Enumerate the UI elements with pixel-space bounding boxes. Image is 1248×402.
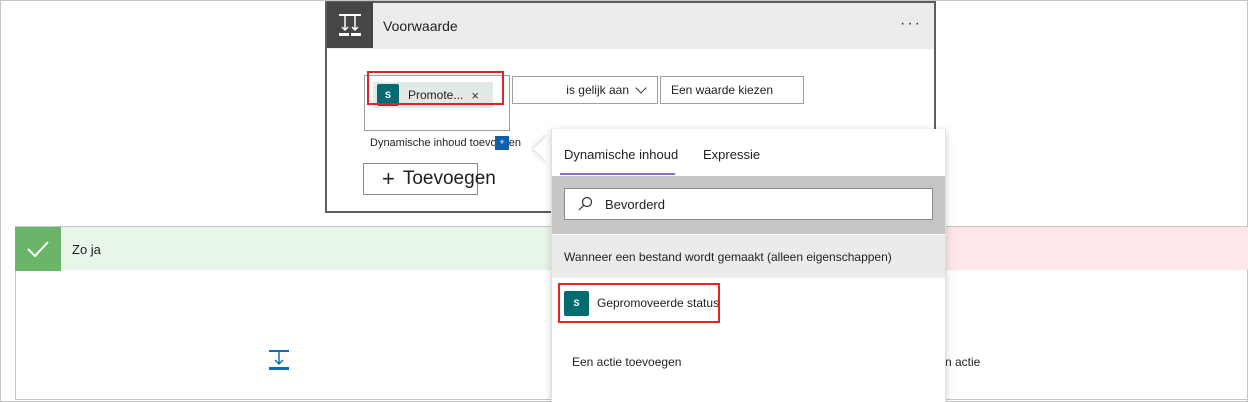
yes-branch-label: Zo ja (72, 242, 101, 257)
trigger-section-header[interactable]: Wanneer een bestand wordt gemaakt (allee… (552, 235, 945, 278)
chevron-down-icon (635, 82, 647, 94)
value-input[interactable]: Een waarde kiezen (660, 76, 804, 104)
tab-dynamic-content[interactable]: Dynamische inhoud (564, 147, 678, 162)
tab-expression[interactable]: Expressie (703, 147, 760, 162)
condition-title: Voorwaarde (383, 18, 458, 34)
no-branch-header[interactable] (945, 226, 1248, 270)
flow-canvas: Zo ja n actie Voorwaarde ··· S Promote..… (0, 0, 1248, 402)
no-branch-add-action-text[interactable]: n actie (945, 355, 980, 369)
condition-icon (327, 2, 373, 48)
yes-branch-header[interactable]: Zo ja (15, 226, 551, 271)
search-input[interactable]: Bevorderd (564, 188, 933, 220)
add-action-link[interactable]: Een actie toevoegen (572, 355, 681, 369)
add-button-label: Toevoegen (402, 168, 496, 189)
search-area: Bevorderd (552, 176, 945, 234)
operator-value: is gelijk aan (566, 83, 629, 97)
check-icon (15, 227, 61, 271)
add-action-icon[interactable] (267, 349, 291, 376)
search-icon (578, 196, 593, 211)
result-highlight (558, 283, 720, 323)
active-tab-indicator (560, 173, 675, 175)
operator-dropdown[interactable]: is gelijk aan (512, 76, 658, 104)
more-options-button[interactable]: ··· (900, 15, 922, 33)
dynamic-content-icon[interactable]: + (495, 136, 509, 150)
search-value: Bevorderd (605, 196, 665, 212)
condition-header[interactable]: Voorwaarde ··· (327, 2, 934, 49)
add-button[interactable]: + Toevoegen (363, 163, 496, 195)
token-highlight (367, 71, 504, 105)
dynamic-content-panel: Dynamische inhoud Expressie Bevorderd Wa… (551, 129, 946, 402)
plus-icon: + (382, 166, 395, 191)
